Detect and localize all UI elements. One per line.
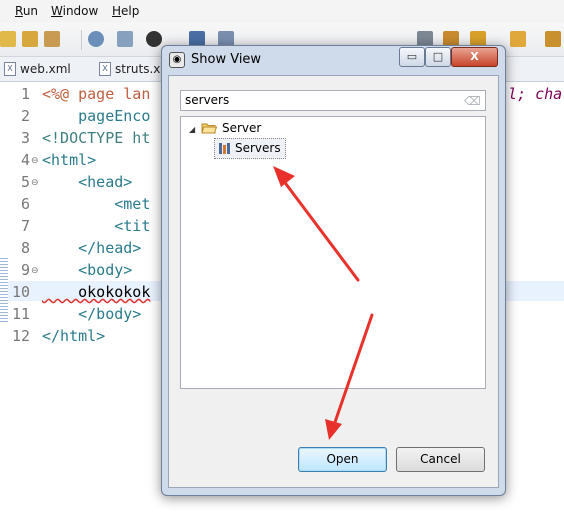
show-view-dialog: ◉ Show View ▭ □ X servers ⌫ ◢ Server Ser… — [161, 45, 506, 496]
open-folder-icon[interactable] — [22, 31, 38, 47]
line-number: 2 — [20, 107, 30, 125]
debug-icon[interactable] — [146, 31, 162, 47]
code-line: <html> — [42, 151, 97, 169]
open-button[interactable]: Open — [298, 447, 387, 472]
code-line: okokokok — [42, 283, 151, 301]
line-number: 8 — [20, 239, 30, 257]
fold-icon[interactable]: ⊖ — [31, 156, 39, 166]
up-arrow-icon[interactable] — [510, 31, 526, 47]
code-line: </head> — [42, 239, 142, 257]
line-number: 3 — [20, 129, 30, 147]
back-icon[interactable] — [545, 31, 561, 47]
menu-run[interactable]: Run — [15, 4, 38, 18]
tree-category-server[interactable]: Server — [222, 121, 261, 135]
tab-web-xml[interactable]: X web.xml — [4, 59, 71, 79]
clear-filter-icon[interactable]: ⌫ — [464, 94, 481, 108]
close-button[interactable]: X — [451, 47, 498, 67]
view-tree[interactable]: ◢ Server Servers — [180, 116, 486, 389]
globe-icon[interactable] — [88, 31, 104, 47]
collapse-arrow-icon[interactable]: ◢ — [189, 125, 195, 134]
toolbar-separator — [81, 30, 82, 50]
line-number: 7 — [20, 217, 30, 235]
menu-bar: Run Window Help — [0, 0, 564, 23]
code-line: </html> — [42, 327, 106, 345]
change-marker — [0, 258, 8, 322]
menu-window[interactable]: Window — [51, 4, 98, 18]
line-number: 6 — [20, 195, 30, 213]
line-number: 11 — [11, 305, 30, 323]
new-icon[interactable] — [0, 31, 16, 47]
dialog-content: servers ⌫ ◢ Server Servers Open Cancel — [168, 75, 499, 488]
line-number: 10 — [11, 283, 30, 301]
xml-file-icon: X — [99, 62, 111, 76]
cancel-button[interactable]: Cancel — [396, 447, 485, 472]
search-icon[interactable] — [117, 31, 133, 47]
filter-input[interactable]: servers ⌫ — [180, 90, 486, 111]
code-line: <tit — [42, 217, 151, 235]
code-line: <body> — [42, 261, 133, 279]
code-line: </body> — [42, 305, 142, 323]
dialog-titlebar[interactable]: ◉ Show View ▭ □ X — [162, 46, 505, 74]
xml-file-icon: X — [4, 62, 16, 76]
code-overflow: l; cha — [508, 85, 563, 103]
code-line: <head> — [42, 173, 133, 191]
tree-item-servers[interactable]: Servers — [214, 138, 286, 159]
line-number: 4 — [20, 151, 30, 169]
code-line: <!DOCTYPE ht — [42, 129, 151, 147]
fold-icon[interactable]: ⊖ — [31, 178, 39, 188]
tree-item-label: Servers — [235, 141, 281, 155]
code-line: <%@ page lan — [42, 85, 151, 103]
line-number: 12 — [11, 327, 30, 345]
eclipse-icon: ◉ — [169, 52, 185, 68]
minimize-button[interactable]: ▭ — [399, 47, 425, 67]
code-line: pageEnco — [42, 107, 151, 125]
tab-label: web.xml — [20, 62, 71, 76]
line-number: 9 — [20, 261, 30, 279]
line-number: 5 — [20, 173, 30, 191]
filter-value: servers — [185, 93, 230, 107]
code-line: <met — [42, 195, 151, 213]
menu-help[interactable]: Help — [112, 4, 139, 18]
maximize-button[interactable]: □ — [425, 47, 451, 67]
build-icon[interactable] — [44, 31, 60, 47]
folder-open-icon — [201, 123, 217, 134]
servers-icon — [219, 143, 230, 154]
dialog-title: Show View — [191, 52, 262, 67]
line-number: 1 — [20, 85, 30, 103]
fold-icon[interactable]: ⊖ — [31, 266, 39, 276]
